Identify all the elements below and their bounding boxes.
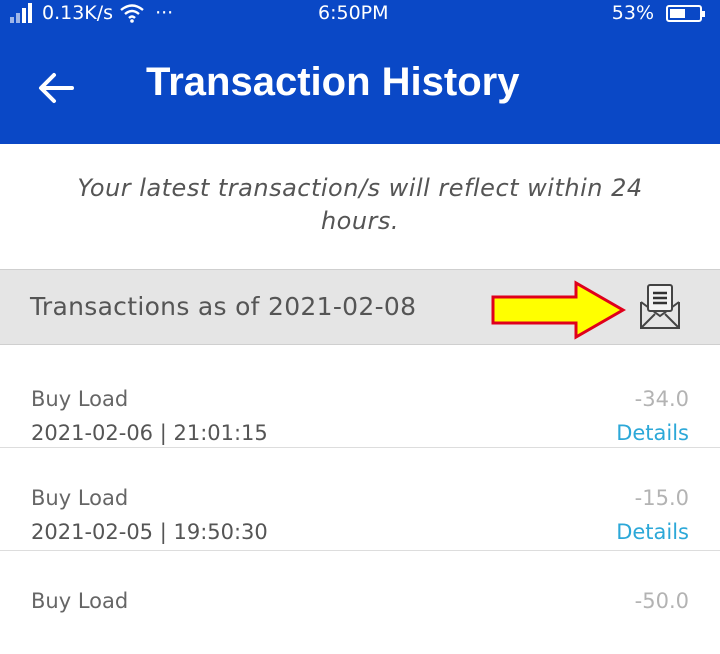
status-time: 6:50PM [318, 2, 389, 24]
back-button[interactable] [34, 66, 78, 110]
battery-fill [670, 8, 685, 18]
notice-line-2: hours. [320, 207, 400, 235]
transaction-list: Buy Load 2021-02-06 | 21:01:15 -34.0 Det… [0, 345, 720, 654]
arrow-right-icon [491, 280, 626, 340]
transaction-amount: -15.0 [634, 486, 689, 510]
wifi-icon [120, 4, 144, 23]
transaction-datetime: 2021-02-05 | 19:50:30 [31, 520, 268, 544]
battery-icon [666, 4, 705, 22]
transaction-datetime: 2021-02-06 | 21:01:15 [31, 421, 268, 445]
transaction-type: Buy Load [31, 387, 129, 411]
status-bar: 0.13K/s ··· 6:50PM 53% [0, 0, 720, 32]
status-right: 53% [611, 2, 705, 24]
details-link[interactable]: Details [616, 421, 689, 445]
signal-icon [10, 2, 36, 24]
transactions-date-label: Transactions as of 2021-02-08 [30, 292, 417, 321]
email-statement-icon[interactable] [637, 282, 683, 332]
transaction-amount: -34.0 [634, 387, 689, 411]
details-link[interactable]: Details [616, 520, 689, 544]
arrow-left-icon [39, 73, 74, 103]
more-dots: ··· [155, 2, 174, 24]
transactions-header: Transactions as of 2021-02-08 [0, 269, 720, 345]
page-title: Transaction History [146, 60, 520, 104]
transaction-row: Buy Load 2021-02-06 | 21:01:15 -34.0 Det… [0, 345, 720, 448]
transaction-type: Buy Load [31, 589, 129, 613]
transaction-row: Buy Load -50.0 [0, 551, 720, 654]
transaction-amount: -50.0 [634, 589, 689, 613]
status-left: 0.13K/s ··· [10, 2, 173, 24]
transaction-row: Buy Load 2021-02-05 | 19:50:30 -15.0 Det… [0, 448, 720, 551]
reflect-notice: Your latest transaction/s will reflect w… [40, 172, 680, 238]
transaction-type: Buy Load [31, 486, 129, 510]
app-bar: Transaction History [0, 32, 720, 144]
notice-line-1: Your latest transaction/s will reflect w… [77, 174, 643, 202]
battery-percent: 53% [611, 2, 654, 24]
network-speed: 0.13K/s [42, 2, 114, 24]
